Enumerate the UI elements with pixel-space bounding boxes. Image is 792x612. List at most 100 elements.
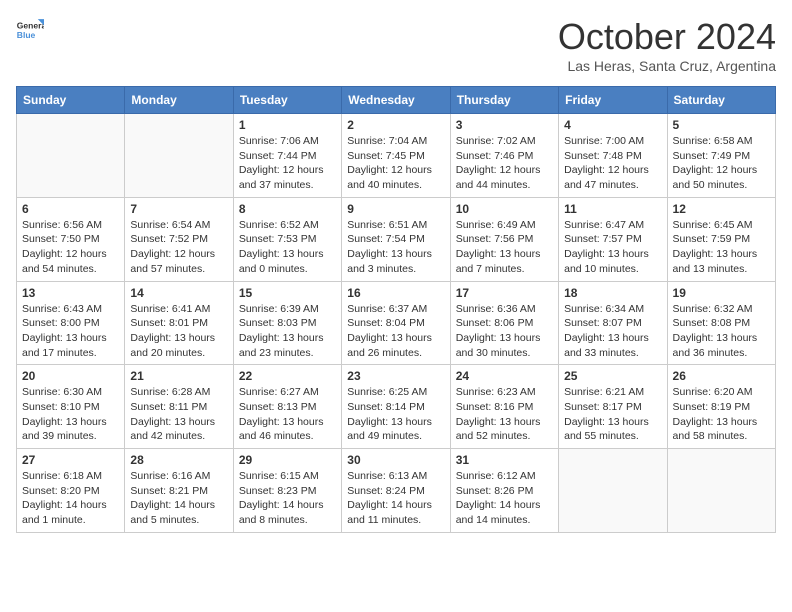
weekday-header: Tuesday <box>233 87 341 114</box>
day-number: 20 <box>22 369 119 383</box>
day-info: Sunrise: 6:39 AM Sunset: 8:03 PM Dayligh… <box>239 302 336 361</box>
day-info: Sunrise: 6:54 AM Sunset: 7:52 PM Dayligh… <box>130 218 227 277</box>
calendar-cell: 6 Sunrise: 6:56 AM Sunset: 7:50 PM Daylig… <box>17 197 125 281</box>
day-info: Sunrise: 6:28 AM Sunset: 8:11 PM Dayligh… <box>130 385 227 444</box>
logo: General Blue <box>16 16 44 44</box>
day-number: 17 <box>456 286 553 300</box>
calendar-cell <box>17 114 125 198</box>
day-info: Sunrise: 7:04 AM Sunset: 7:45 PM Dayligh… <box>347 134 444 193</box>
day-info: Sunrise: 6:37 AM Sunset: 8:04 PM Dayligh… <box>347 302 444 361</box>
calendar-cell: 14 Sunrise: 6:41 AM Sunset: 8:01 PM Dayli… <box>125 281 233 365</box>
calendar-cell: 5 Sunrise: 6:58 AM Sunset: 7:49 PM Daylig… <box>667 114 775 198</box>
calendar-cell <box>559 449 667 533</box>
calendar-table: SundayMondayTuesdayWednesdayThursdayFrid… <box>16 86 776 533</box>
calendar-cell: 25Sunrise: 6:21 AM Sunset: 8:17 PM Dayli… <box>559 365 667 449</box>
svg-text:Blue: Blue <box>17 30 36 40</box>
calendar-cell: 13 Sunrise: 6:43 AM Sunset: 8:00 PM Dayli… <box>17 281 125 365</box>
weekday-header: Sunday <box>17 87 125 114</box>
weekday-header-row: SundayMondayTuesdayWednesdayThursdayFrid… <box>17 87 776 114</box>
weekday-header: Monday <box>125 87 233 114</box>
calendar-cell: 2Sunrise: 7:04 AM Sunset: 7:45 PM Daylig… <box>342 114 450 198</box>
day-number: 13 <box>22 286 119 300</box>
day-number: 25 <box>564 369 661 383</box>
title-block: October 2024 Las Heras, Santa Cruz, Arge… <box>558 16 776 74</box>
weekday-header: Saturday <box>667 87 775 114</box>
calendar-cell <box>125 114 233 198</box>
calendar-cell <box>667 449 775 533</box>
calendar-cell: 12 Sunrise: 6:45 AM Sunset: 7:59 PM Dayli… <box>667 197 775 281</box>
calendar-cell: 18 Sunrise: 6:34 AM Sunset: 8:07 PM Dayli… <box>559 281 667 365</box>
day-info: Sunrise: 6:15 AM Sunset: 8:23 PM Dayligh… <box>239 469 336 528</box>
calendar-cell: 30 Sunrise: 6:13 AM Sunset: 8:24 PM Dayli… <box>342 449 450 533</box>
day-info: Sunrise: 6:41 AM Sunset: 8:01 PM Dayligh… <box>130 302 227 361</box>
day-info: Sunrise: 7:06 AM Sunset: 7:44 PM Dayligh… <box>239 134 336 193</box>
day-number: 4 <box>564 118 661 132</box>
calendar-cell: 31 Sunrise: 6:12 AM Sunset: 8:26 PM Dayli… <box>450 449 558 533</box>
day-number: 31 <box>456 453 553 467</box>
day-info: Sunrise: 6:43 AM Sunset: 8:00 PM Dayligh… <box>22 302 119 361</box>
calendar-cell: 15Sunrise: 6:39 AM Sunset: 8:03 PM Dayli… <box>233 281 341 365</box>
day-info: Sunrise: 6:16 AM Sunset: 8:21 PM Dayligh… <box>130 469 227 528</box>
day-number: 9 <box>347 202 444 216</box>
calendar-cell: 9 Sunrise: 6:51 AM Sunset: 7:54 PM Daylig… <box>342 197 450 281</box>
calendar-cell: 8Sunrise: 6:52 AM Sunset: 7:53 PM Daylig… <box>233 197 341 281</box>
day-number: 23 <box>347 369 444 383</box>
day-number: 12 <box>673 202 770 216</box>
day-number: 30 <box>347 453 444 467</box>
day-number: 8 <box>239 202 336 216</box>
day-number: 18 <box>564 286 661 300</box>
calendar-cell: 11Sunrise: 6:47 AM Sunset: 7:57 PM Dayli… <box>559 197 667 281</box>
day-number: 1 <box>239 118 336 132</box>
day-info: Sunrise: 6:32 AM Sunset: 8:08 PM Dayligh… <box>673 302 770 361</box>
day-number: 6 <box>22 202 119 216</box>
page-header: General Blue October 2024 Las Heras, San… <box>16 16 776 74</box>
day-info: Sunrise: 6:12 AM Sunset: 8:26 PM Dayligh… <box>456 469 553 528</box>
calendar-cell: 17 Sunrise: 6:36 AM Sunset: 8:06 PM Dayli… <box>450 281 558 365</box>
calendar-cell: 23 Sunrise: 6:25 AM Sunset: 8:14 PM Dayli… <box>342 365 450 449</box>
day-info: Sunrise: 6:58 AM Sunset: 7:49 PM Dayligh… <box>673 134 770 193</box>
day-number: 24 <box>456 369 553 383</box>
day-info: Sunrise: 6:20 AM Sunset: 8:19 PM Dayligh… <box>673 385 770 444</box>
calendar-cell: 1 Sunrise: 7:06 AM Sunset: 7:44 PM Daylig… <box>233 114 341 198</box>
day-info: Sunrise: 6:49 AM Sunset: 7:56 PM Dayligh… <box>456 218 553 277</box>
day-number: 7 <box>130 202 227 216</box>
calendar-cell: 26 Sunrise: 6:20 AM Sunset: 8:19 PM Dayli… <box>667 365 775 449</box>
day-info: Sunrise: 7:00 AM Sunset: 7:48 PM Dayligh… <box>564 134 661 193</box>
calendar-cell: 28 Sunrise: 6:16 AM Sunset: 8:21 PM Dayli… <box>125 449 233 533</box>
day-number: 5 <box>673 118 770 132</box>
day-info: Sunrise: 7:02 AM Sunset: 7:46 PM Dayligh… <box>456 134 553 193</box>
calendar-cell: 16 Sunrise: 6:37 AM Sunset: 8:04 PM Dayli… <box>342 281 450 365</box>
day-info: Sunrise: 6:51 AM Sunset: 7:54 PM Dayligh… <box>347 218 444 277</box>
day-number: 29 <box>239 453 336 467</box>
calendar-cell: 4 Sunrise: 7:00 AM Sunset: 7:48 PM Daylig… <box>559 114 667 198</box>
day-info: Sunrise: 6:34 AM Sunset: 8:07 PM Dayligh… <box>564 302 661 361</box>
calendar-cell: 29 Sunrise: 6:15 AM Sunset: 8:23 PM Dayli… <box>233 449 341 533</box>
day-number: 16 <box>347 286 444 300</box>
day-info: Sunrise: 6:36 AM Sunset: 8:06 PM Dayligh… <box>456 302 553 361</box>
location: Las Heras, Santa Cruz, Argentina <box>558 58 776 74</box>
calendar-cell: 19Sunrise: 6:32 AM Sunset: 8:08 PM Dayli… <box>667 281 775 365</box>
calendar-week-row: 13 Sunrise: 6:43 AM Sunset: 8:00 PM Dayli… <box>17 281 776 365</box>
day-number: 14 <box>130 286 227 300</box>
day-info: Sunrise: 6:30 AM Sunset: 8:10 PM Dayligh… <box>22 385 119 444</box>
calendar-cell: 21Sunrise: 6:28 AM Sunset: 8:11 PM Dayli… <box>125 365 233 449</box>
calendar-week-row: 1 Sunrise: 7:06 AM Sunset: 7:44 PM Daylig… <box>17 114 776 198</box>
weekday-header: Friday <box>559 87 667 114</box>
day-number: 3 <box>456 118 553 132</box>
day-info: Sunrise: 6:23 AM Sunset: 8:16 PM Dayligh… <box>456 385 553 444</box>
weekday-header: Wednesday <box>342 87 450 114</box>
day-info: Sunrise: 6:45 AM Sunset: 7:59 PM Dayligh… <box>673 218 770 277</box>
day-number: 26 <box>673 369 770 383</box>
day-number: 22 <box>239 369 336 383</box>
calendar-cell: 27Sunrise: 6:18 AM Sunset: 8:20 PM Dayli… <box>17 449 125 533</box>
svg-text:General: General <box>17 20 44 30</box>
day-number: 10 <box>456 202 553 216</box>
calendar-week-row: 6 Sunrise: 6:56 AM Sunset: 7:50 PM Daylig… <box>17 197 776 281</box>
day-info: Sunrise: 6:25 AM Sunset: 8:14 PM Dayligh… <box>347 385 444 444</box>
day-info: Sunrise: 6:56 AM Sunset: 7:50 PM Dayligh… <box>22 218 119 277</box>
calendar-week-row: 20 Sunrise: 6:30 AM Sunset: 8:10 PM Dayli… <box>17 365 776 449</box>
calendar-cell: 24 Sunrise: 6:23 AM Sunset: 8:16 PM Dayli… <box>450 365 558 449</box>
calendar-cell: 20 Sunrise: 6:30 AM Sunset: 8:10 PM Dayli… <box>17 365 125 449</box>
day-number: 28 <box>130 453 227 467</box>
day-info: Sunrise: 6:13 AM Sunset: 8:24 PM Dayligh… <box>347 469 444 528</box>
